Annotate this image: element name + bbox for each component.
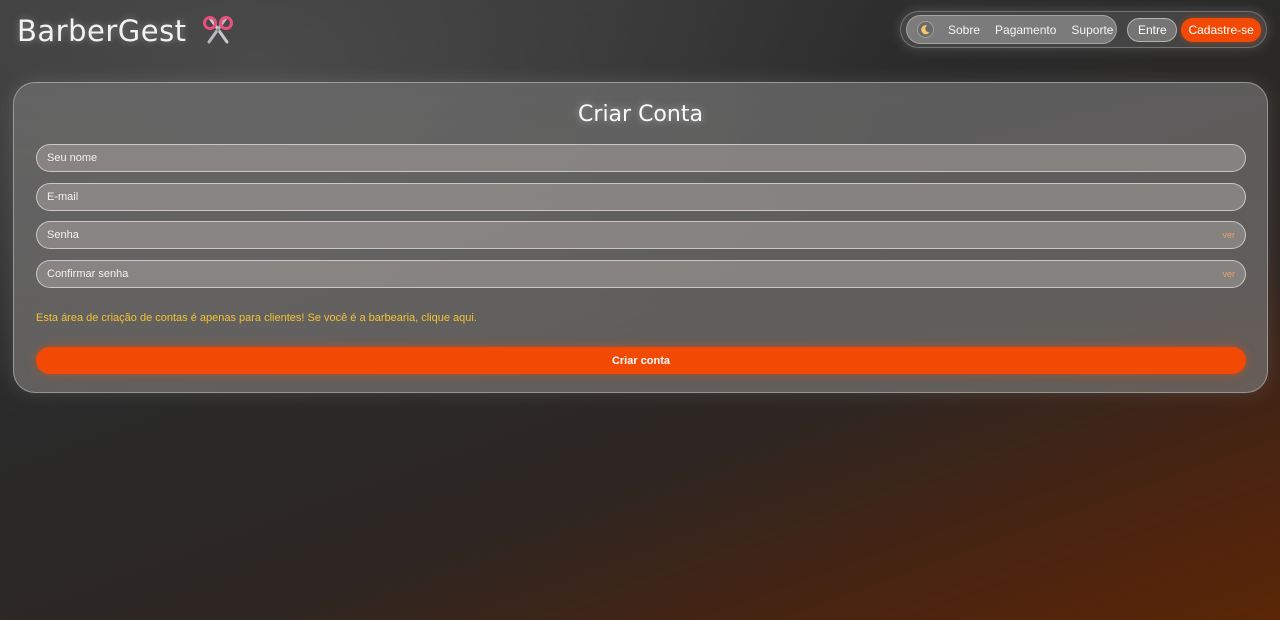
confirm-password-input[interactable] xyxy=(47,268,1223,280)
show-password-toggle[interactable]: ver xyxy=(1222,230,1235,240)
theme-toggle-button[interactable] xyxy=(917,21,934,38)
brand-name: BarberGest xyxy=(17,14,187,48)
nav-link-pagamento[interactable]: Pagamento xyxy=(995,23,1056,37)
create-account-button[interactable]: Criar conta xyxy=(36,347,1246,374)
signup-button[interactable]: Cadastre-se xyxy=(1181,17,1261,42)
email-input[interactable] xyxy=(47,191,1235,203)
name-field[interactable] xyxy=(36,144,1246,172)
confirm-password-field[interactable]: ver xyxy=(36,260,1246,288)
signup-card: Criar Conta ver ver Esta área de criação… xyxy=(13,82,1268,393)
show-confirm-password-toggle[interactable]: ver xyxy=(1222,269,1235,279)
nav-link-sobre[interactable]: Sobre xyxy=(948,23,980,37)
scissors-icon xyxy=(202,16,233,44)
nav-pill: Sobre Pagamento Suporte xyxy=(906,15,1118,44)
top-nav: Sobre Pagamento Suporte Entre Cadastre-s… xyxy=(900,11,1267,48)
login-button[interactable]: Entre xyxy=(1127,17,1178,42)
name-input[interactable] xyxy=(47,152,1235,164)
password-input[interactable] xyxy=(47,229,1223,241)
password-field[interactable]: ver xyxy=(36,221,1246,249)
moon-icon xyxy=(921,25,930,35)
brand[interactable]: BarberGest xyxy=(17,10,235,52)
page-title: Criar Conta xyxy=(578,102,703,127)
barbershop-notice-link[interactable]: Esta área de criação de contas é apenas … xyxy=(36,312,477,324)
email-field[interactable] xyxy=(36,183,1246,211)
nav-link-suporte[interactable]: Suporte xyxy=(1071,23,1113,37)
